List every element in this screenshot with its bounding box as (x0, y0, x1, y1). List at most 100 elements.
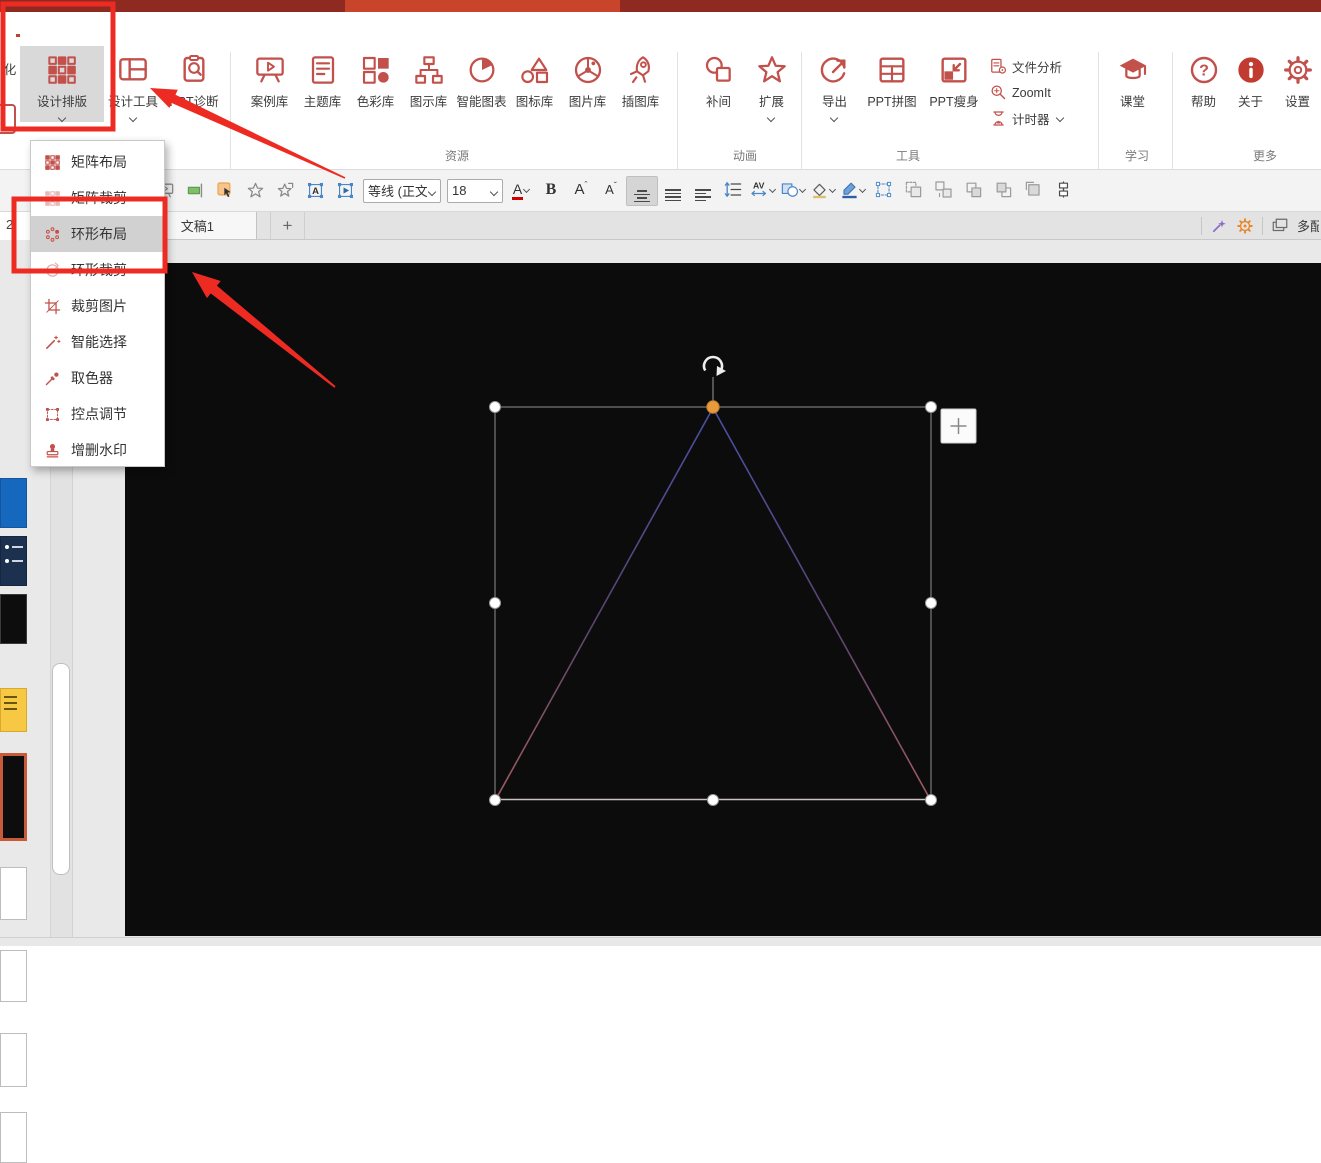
ribbon-group-label: 资源 (243, 147, 671, 164)
toolbar-button[interactable]: A (506, 176, 536, 204)
toolbar-button[interactable] (270, 177, 300, 205)
ribbon-button[interactable]: PPT诊断 (162, 46, 226, 110)
color-blocks-icon (360, 54, 392, 86)
thumbnail-scrollbar-thumb[interactable] (52, 663, 70, 875)
menu-wand-icon (44, 334, 61, 351)
ribbon-small-button[interactable]: ZoomIt (990, 81, 1064, 104)
line-spacing-icon (724, 180, 743, 199)
ribbon-button[interactable]: 设置 (1274, 46, 1321, 110)
menu-item[interactable]: 裁剪图片 (31, 288, 164, 324)
slide-thumbnail[interactable] (0, 950, 27, 1002)
slide-thumbnail[interactable] (0, 478, 27, 528)
toolbar-button[interactable] (868, 176, 898, 204)
toolbar-button[interactable] (958, 176, 988, 204)
chevron-down-icon (491, 189, 498, 196)
ribbon-group-label: 学习 (1106, 147, 1168, 164)
gear-orange-icon[interactable] (1236, 217, 1254, 235)
font-color-icon: A (512, 181, 523, 199)
window-titlebar (0, 0, 1321, 12)
ribbon-button[interactable]: PPT瘦身 (923, 46, 985, 110)
toolbar-button[interactable]: B (536, 176, 566, 204)
group-icon (904, 180, 923, 199)
ppt-diagnose-icon (178, 54, 210, 86)
toolbar-button[interactable] (928, 176, 958, 204)
slide-thumbnail[interactable] (0, 1112, 27, 1163)
ribbon-small-button[interactable]: 文件分析 (990, 55, 1064, 78)
ribbon-button[interactable]: 设计排版 (20, 46, 104, 122)
toolbar-button[interactable] (778, 176, 808, 204)
toolbar-button[interactable]: A (300, 177, 330, 205)
ribbon-group-more: ? 帮助 关于 设置 更多 (1180, 46, 1321, 168)
slide-thumbnail[interactable] (0, 594, 27, 644)
slide-thumbnail[interactable] (0, 1033, 27, 1087)
toolbar-button[interactable] (1018, 176, 1048, 204)
ribbon-button[interactable]: 色彩库 (349, 46, 402, 110)
ribbon-button[interactable]: 设计工具 (104, 46, 162, 122)
align-center-icon (634, 179, 650, 203)
slide-thumbnail[interactable] (0, 536, 27, 586)
tween-icon (703, 54, 735, 86)
star-arrow-icon (276, 181, 295, 200)
ribbon-group-label: 更多 (1235, 147, 1295, 164)
toolbar-button[interactable] (330, 177, 360, 205)
grad-cap-icon (1117, 54, 1149, 86)
ribbon-button[interactable]: 补间 (692, 46, 745, 110)
ribbon-button[interactable]: 课堂 (1106, 46, 1159, 110)
multi-window-icon[interactable] (1271, 217, 1289, 235)
menu-item[interactable]: 控点调节 (31, 396, 164, 432)
toolbar-button[interactable] (240, 177, 270, 205)
menu-item[interactable]: 环形布局 (31, 216, 164, 252)
font-size-select[interactable]: 18 (447, 179, 503, 203)
new-document-tab-button[interactable]: + (270, 212, 305, 239)
ribbon-button[interactable]: 化 (0, 46, 20, 78)
ribbon-button[interactable]: 扩展 (745, 46, 798, 122)
chevron-down-icon (830, 187, 836, 193)
ribbon-button[interactable]: 图标库 (508, 46, 561, 110)
toolbar-button[interactable]: Aˇ (596, 176, 626, 204)
menu-item[interactable]: 矩阵裁剪 (31, 180, 164, 216)
pie-chart-icon (466, 54, 498, 86)
file-analysis-icon (990, 58, 1007, 75)
menu-item[interactable]: 取色器 (31, 360, 164, 396)
ribbon-button[interactable]: 插图库 (614, 46, 667, 110)
menu-item[interactable]: 环形裁剪 (31, 252, 164, 288)
bring-forward-icon (964, 180, 983, 199)
toolbar-button[interactable] (988, 176, 1018, 204)
toolbar-button[interactable] (808, 176, 838, 204)
ribbon-button[interactable]: 导出 (808, 46, 861, 122)
toolbar-button[interactable] (1048, 176, 1078, 204)
format-toolbar: A 等线 (正文 18 A B Aˆ Aˇ (0, 170, 1321, 212)
ribbon-button[interactable]: 智能图表 (455, 46, 508, 110)
toolbar-button[interactable] (688, 176, 718, 204)
toolbar-button[interactable] (718, 176, 748, 204)
screen-play-icon (254, 54, 286, 86)
grow-font-icon: Aˆ (574, 181, 587, 199)
ribbon-button[interactable]: 图示库 (402, 46, 455, 110)
ribbon-button[interactable]: PPT拼图 (861, 46, 923, 110)
menu-item[interactable]: 矩阵布局 (31, 144, 164, 180)
slide-thumbnail[interactable] (0, 867, 27, 920)
toolbar-button[interactable] (626, 176, 658, 206)
toolbar-button[interactable]: AV (748, 176, 778, 204)
ribbon-button[interactable]: ? 帮助 (1180, 46, 1227, 110)
ribbon-small-button[interactable]: 计时器 (990, 107, 1064, 130)
ribbon-button[interactable]: 关于 (1227, 46, 1274, 110)
ribbon-button[interactable]: 主题库 (296, 46, 349, 110)
slide-thumbnail[interactable] (0, 753, 27, 841)
menu-item[interactable]: 增删水印 (31, 432, 164, 468)
wheel-icon (572, 54, 604, 86)
magic-wand-icon[interactable] (1210, 217, 1228, 235)
toolbar-button[interactable] (658, 176, 688, 204)
font-name-select[interactable]: 等线 (正文 (363, 179, 441, 203)
slide-canvas[interactable] (125, 263, 1321, 936)
toolbar-button[interactable] (180, 177, 210, 205)
ribbon-button[interactable]: 案例库 (243, 46, 296, 110)
toolbar-button[interactable] (210, 177, 240, 205)
toolbar-button[interactable] (898, 176, 928, 204)
toolbar-button[interactable]: Aˆ (566, 176, 596, 204)
ribbon-button[interactable]: 图片库 (561, 46, 614, 110)
toolbar-button[interactable] (838, 176, 868, 204)
chevron-down-icon (130, 115, 137, 122)
slide-thumbnail[interactable] (0, 688, 27, 732)
menu-item[interactable]: 智能选择 (31, 324, 164, 360)
